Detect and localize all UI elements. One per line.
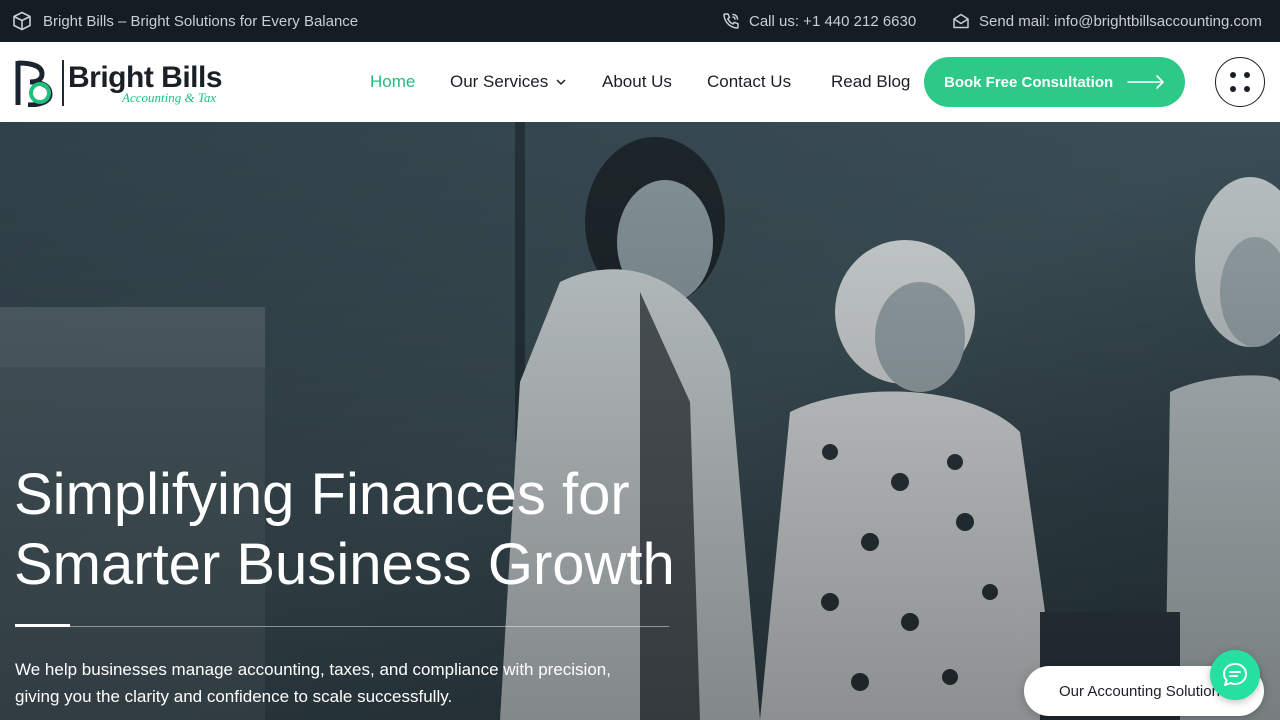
hero-title-line-1: Simplifying Finances for (14, 462, 630, 527)
top-bar-mail[interactable]: Send mail: info@brightbillsaccounting.co… (952, 0, 1262, 42)
hero-subtitle: We help businesses manage accounting, ta… (15, 656, 675, 710)
nav-home[interactable]: Home (370, 72, 415, 92)
top-bar-phone[interactable]: Call us: +1 440 212 6630 (722, 0, 916, 42)
top-bar-phone-text: Call us: +1 440 212 6630 (749, 12, 917, 30)
dots-grid-icon (1230, 86, 1236, 92)
hero-divider (15, 626, 669, 627)
nav-contact-us[interactable]: Contact Us (707, 72, 791, 92)
top-bar-mail-text: Send mail: info@brightbillsaccounting.co… (979, 12, 1262, 30)
hero-background-image (0, 122, 1280, 720)
envelope-icon (953, 13, 969, 29)
hero-title: Simplifying Finances for Smarter Busines… (14, 460, 774, 600)
phone-icon (723, 13, 739, 29)
book-consultation-button[interactable]: Book Free Consultation (924, 57, 1185, 107)
accounting-solutions-label: Our Accounting Solutions (1059, 682, 1228, 700)
logo-tag: Accounting & Tax (122, 89, 217, 105)
chevron-down-icon (556, 79, 566, 86)
hero-section: Simplifying Finances for Smarter Busines… (0, 122, 1280, 720)
hero-subtitle-line-1: We help businesses manage accounting, ta… (15, 660, 611, 679)
book-consultation-label: Book Free Consultation (944, 73, 1114, 91)
dots-grid-icon (1244, 72, 1250, 78)
brand-logo[interactable]: Bright Bills Accounting & Tax (14, 58, 229, 108)
site-header: Bright Bills Accounting & Tax Home Our S… (0, 42, 1280, 122)
nav-about-us[interactable]: About Us (602, 72, 672, 92)
chat-bubble-icon (1223, 663, 1247, 686)
chat-button[interactable] (1210, 650, 1260, 700)
hero-divider-accent (15, 624, 70, 627)
arrow-right-icon (1127, 75, 1164, 89)
top-bar: Bright Bills – Bright Solutions for Ever… (0, 0, 1280, 42)
nav-our-services[interactable]: Our Services (450, 72, 566, 92)
dots-grid-icon (1244, 86, 1250, 92)
hero-subtitle-line-2: giving you the clarity and confidence to… (15, 687, 453, 706)
nav-our-services-label: Our Services (450, 72, 549, 91)
top-bar-tagline-group: Bright Bills – Bright Solutions for Ever… (12, 0, 358, 42)
logo-brand: Bright Bills (68, 60, 223, 94)
dots-grid-icon (1230, 72, 1236, 78)
top-bar-tagline: Bright Bills – Bright Solutions for Ever… (43, 12, 359, 30)
logo-divider (62, 60, 64, 106)
hero-title-line-2: Smarter Business Growth (14, 532, 675, 597)
cube-icon (13, 11, 31, 31)
menu-toggle-button[interactable] (1215, 57, 1265, 107)
logo-words: Bright Bills Accounting & Tax (68, 60, 223, 105)
logo-mark-icon (15, 60, 53, 107)
nav-read-blog[interactable]: Read Blog (831, 72, 910, 92)
